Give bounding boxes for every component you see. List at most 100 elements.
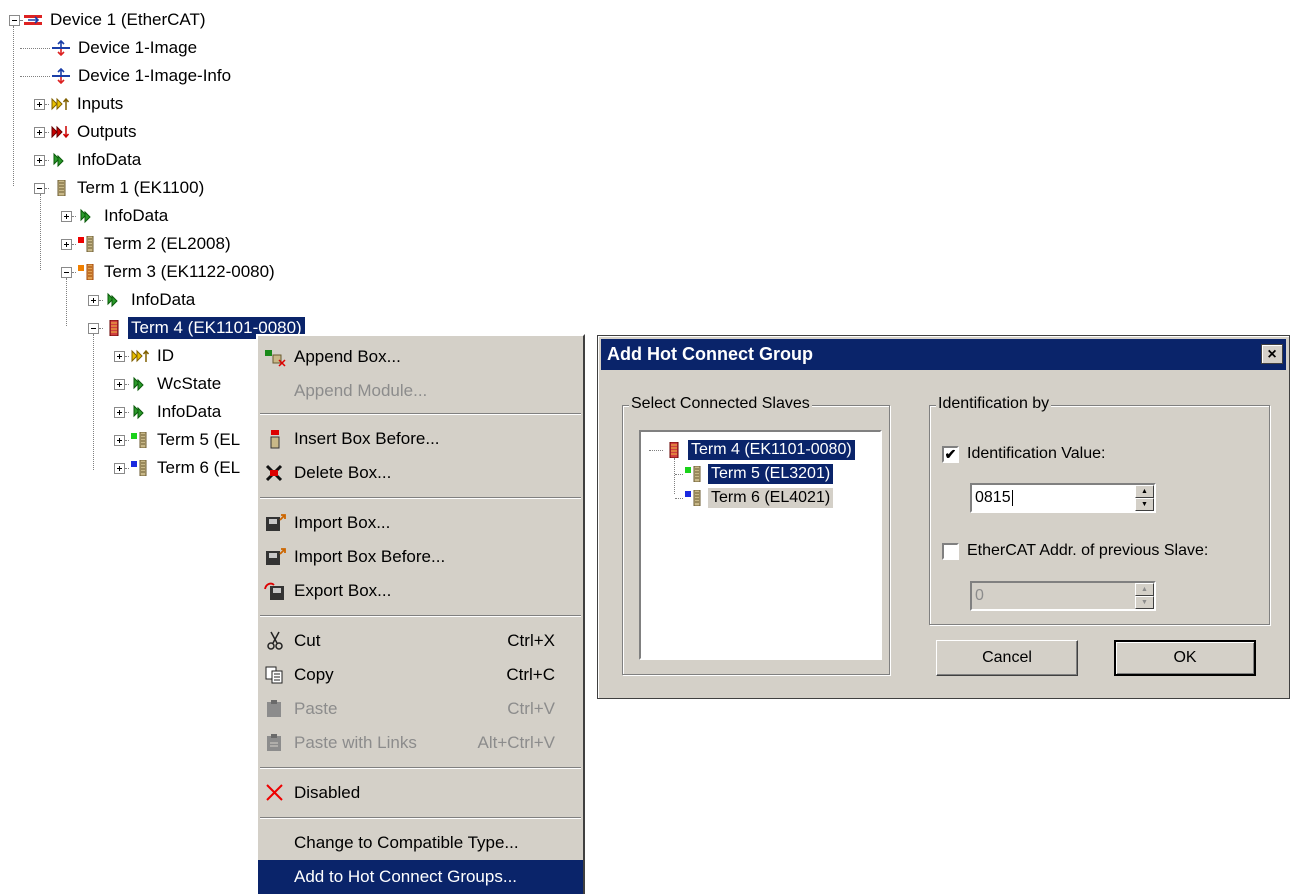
- menu-item-export-box[interactable]: Export Box...: [258, 574, 583, 608]
- slave-item-term4[interactable]: Term 4 (EK1101-0080): [649, 438, 855, 462]
- tree-node-label: Device 1 (EtherCAT): [50, 10, 206, 29]
- expand-icon[interactable]: [114, 434, 125, 446]
- tree-node-label: Device 1-Image: [78, 38, 198, 57]
- spin-down-button[interactable]: ▼: [1135, 596, 1154, 609]
- menu-item-cut[interactable]: Cut Ctrl+X: [258, 624, 583, 658]
- menu-separator: [260, 497, 581, 499]
- expand-icon[interactable]: [61, 210, 72, 222]
- insert-box-icon: [270, 430, 280, 449]
- delete-box-icon: [265, 464, 283, 482]
- prev-slave-addr-spinner[interactable]: 0 ▲ ▼: [970, 581, 1156, 611]
- menu-item-paste[interactable]: Paste Ctrl+V: [258, 692, 583, 726]
- slaves-tree[interactable]: Term 4 (EK1101-0080) Term 5 (EL3201) Ter…: [639, 430, 882, 660]
- infodata-icon: [53, 152, 64, 168]
- copy-icon: [265, 666, 283, 684]
- menu-item-insert-box-before[interactable]: Insert Box Before...: [258, 422, 583, 456]
- expand-icon[interactable]: [114, 462, 125, 474]
- import-box-icon: [266, 514, 286, 531]
- inputs-icon: [51, 97, 69, 111]
- tree-node-outputs[interactable]: Outputs: [34, 120, 140, 144]
- collapse-icon[interactable]: [88, 322, 99, 334]
- spin-up-button[interactable]: ▲: [1135, 583, 1154, 596]
- tree-node-device[interactable]: Device 1 (EtherCAT): [9, 8, 209, 32]
- tree-line: [40, 194, 41, 270]
- identification-value-checkbox[interactable]: ✔: [942, 446, 959, 463]
- tree-node-wcstate[interactable]: WcState: [114, 372, 224, 396]
- identification-value-input[interactable]: 0815: [975, 489, 1013, 507]
- expand-icon[interactable]: [34, 126, 45, 138]
- menu-item-append-module[interactable]: Append Module...: [258, 374, 583, 408]
- menu-item-label: Cut: [294, 631, 321, 650]
- prev-slave-addr-checkbox[interactable]: [942, 543, 959, 560]
- menu-separator: [260, 767, 581, 769]
- spin-down-button[interactable]: ▼: [1135, 498, 1154, 511]
- paste-icon: [267, 700, 281, 717]
- menu-item-paste-with-links[interactable]: Paste with Links Alt+Ctrl+V: [258, 726, 583, 760]
- expand-icon[interactable]: [114, 350, 125, 362]
- shortcut-label: Ctrl+X: [507, 631, 555, 650]
- tree-node-label: InfoData: [131, 290, 196, 309]
- slave-label: Term 5 (EL3201): [708, 464, 834, 484]
- menu-item-change-compatible-type[interactable]: Change to Compatible Type...: [258, 826, 583, 860]
- menu-separator: [260, 413, 581, 415]
- dialog-titlebar[interactable]: Add Hot Connect Group ×: [601, 339, 1286, 370]
- select-connected-slaves-group: Select Connected Slaves Term 4 (EK1101-0…: [622, 395, 890, 675]
- outputs-icon: [51, 125, 69, 139]
- expand-icon[interactable]: [34, 154, 45, 166]
- menu-item-import-box[interactable]: Import Box...: [258, 506, 583, 540]
- collapse-icon[interactable]: [61, 266, 72, 278]
- tree-node-term1[interactable]: Term 1 (EK1100): [34, 176, 207, 200]
- collapse-icon[interactable]: [9, 14, 20, 26]
- collapse-icon[interactable]: [34, 182, 45, 194]
- menu-item-disabled[interactable]: Disabled: [258, 776, 583, 810]
- menu-separator: [260, 615, 581, 617]
- terminal-icon: [685, 490, 701, 506]
- tree-node-infodata[interactable]: InfoData: [88, 288, 198, 312]
- context-menu: Append Box... Append Module... Insert Bo…: [256, 334, 585, 894]
- identification-value-spinner[interactable]: 0815 ▲ ▼: [970, 483, 1156, 513]
- menu-item-copy[interactable]: Copy Ctrl+C: [258, 658, 583, 692]
- expand-icon[interactable]: [88, 294, 99, 306]
- tree-node-label: Inputs: [77, 94, 124, 113]
- menu-item-label: Import Box Before...: [294, 547, 446, 566]
- tree-node-term6[interactable]: Term 6 (EL: [114, 456, 243, 480]
- tree-node-inputs[interactable]: Inputs: [34, 92, 126, 116]
- tree-node-label: ID: [157, 346, 174, 365]
- menu-item-add-hot-connect-groups[interactable]: Add to Hot Connect Groups...: [258, 860, 583, 894]
- menu-item-append-box[interactable]: Append Box...: [258, 340, 583, 374]
- expand-icon[interactable]: [61, 238, 72, 250]
- cancel-button[interactable]: Cancel: [936, 640, 1078, 676]
- spin-up-button[interactable]: ▲: [1135, 485, 1154, 498]
- tree-node-infodata[interactable]: InfoData: [114, 400, 224, 424]
- tree-node-infodata[interactable]: InfoData: [34, 148, 144, 172]
- tree-node-image[interactable]: Device 1-Image: [9, 36, 200, 60]
- expand-icon[interactable]: [34, 98, 45, 110]
- terminal-icon: [109, 320, 119, 336]
- identification-group: Identification by ✔ Identification Value…: [929, 395, 1270, 625]
- spinner-arrows[interactable]: ▲ ▼: [1135, 485, 1154, 511]
- terminal-icon: [78, 236, 94, 252]
- tree-node-term3[interactable]: Term 3 (EK1122-0080): [61, 260, 278, 284]
- menu-item-import-box-before[interactable]: Import Box Before...: [258, 540, 583, 574]
- tree-node-id[interactable]: ID: [114, 344, 177, 368]
- tree-node-label: Term 3 (EK1122-0080): [104, 262, 275, 281]
- tree-node-term2[interactable]: Term 2 (EL2008): [61, 232, 234, 256]
- close-button[interactable]: ×: [1261, 344, 1283, 364]
- prev-slave-addr-input[interactable]: 0: [975, 587, 984, 605]
- menu-item-label: Copy: [294, 665, 334, 684]
- ok-button[interactable]: OK: [1114, 640, 1256, 676]
- red-x-icon: [266, 784, 283, 801]
- infodata-icon: [107, 292, 118, 308]
- tree-node-image-info[interactable]: Device 1-Image-Info: [9, 64, 234, 88]
- slave-item-term5[interactable]: Term 5 (EL3201): [675, 462, 834, 486]
- expand-icon[interactable]: [114, 378, 125, 390]
- slave-item-term6[interactable]: Term 6 (EL4021): [675, 486, 834, 510]
- menu-item-label: Add to Hot Connect Groups...: [294, 867, 518, 886]
- spinner-arrows[interactable]: ▲ ▼: [1135, 583, 1154, 609]
- menu-item-label: Export Box...: [294, 581, 392, 600]
- menu-item-delete-box[interactable]: Delete Box...: [258, 456, 583, 490]
- tree-node-term5[interactable]: Term 5 (EL: [114, 428, 243, 452]
- tree-node-infodata[interactable]: InfoData: [61, 204, 171, 228]
- expand-icon[interactable]: [114, 406, 125, 418]
- blank-icon: [264, 867, 286, 887]
